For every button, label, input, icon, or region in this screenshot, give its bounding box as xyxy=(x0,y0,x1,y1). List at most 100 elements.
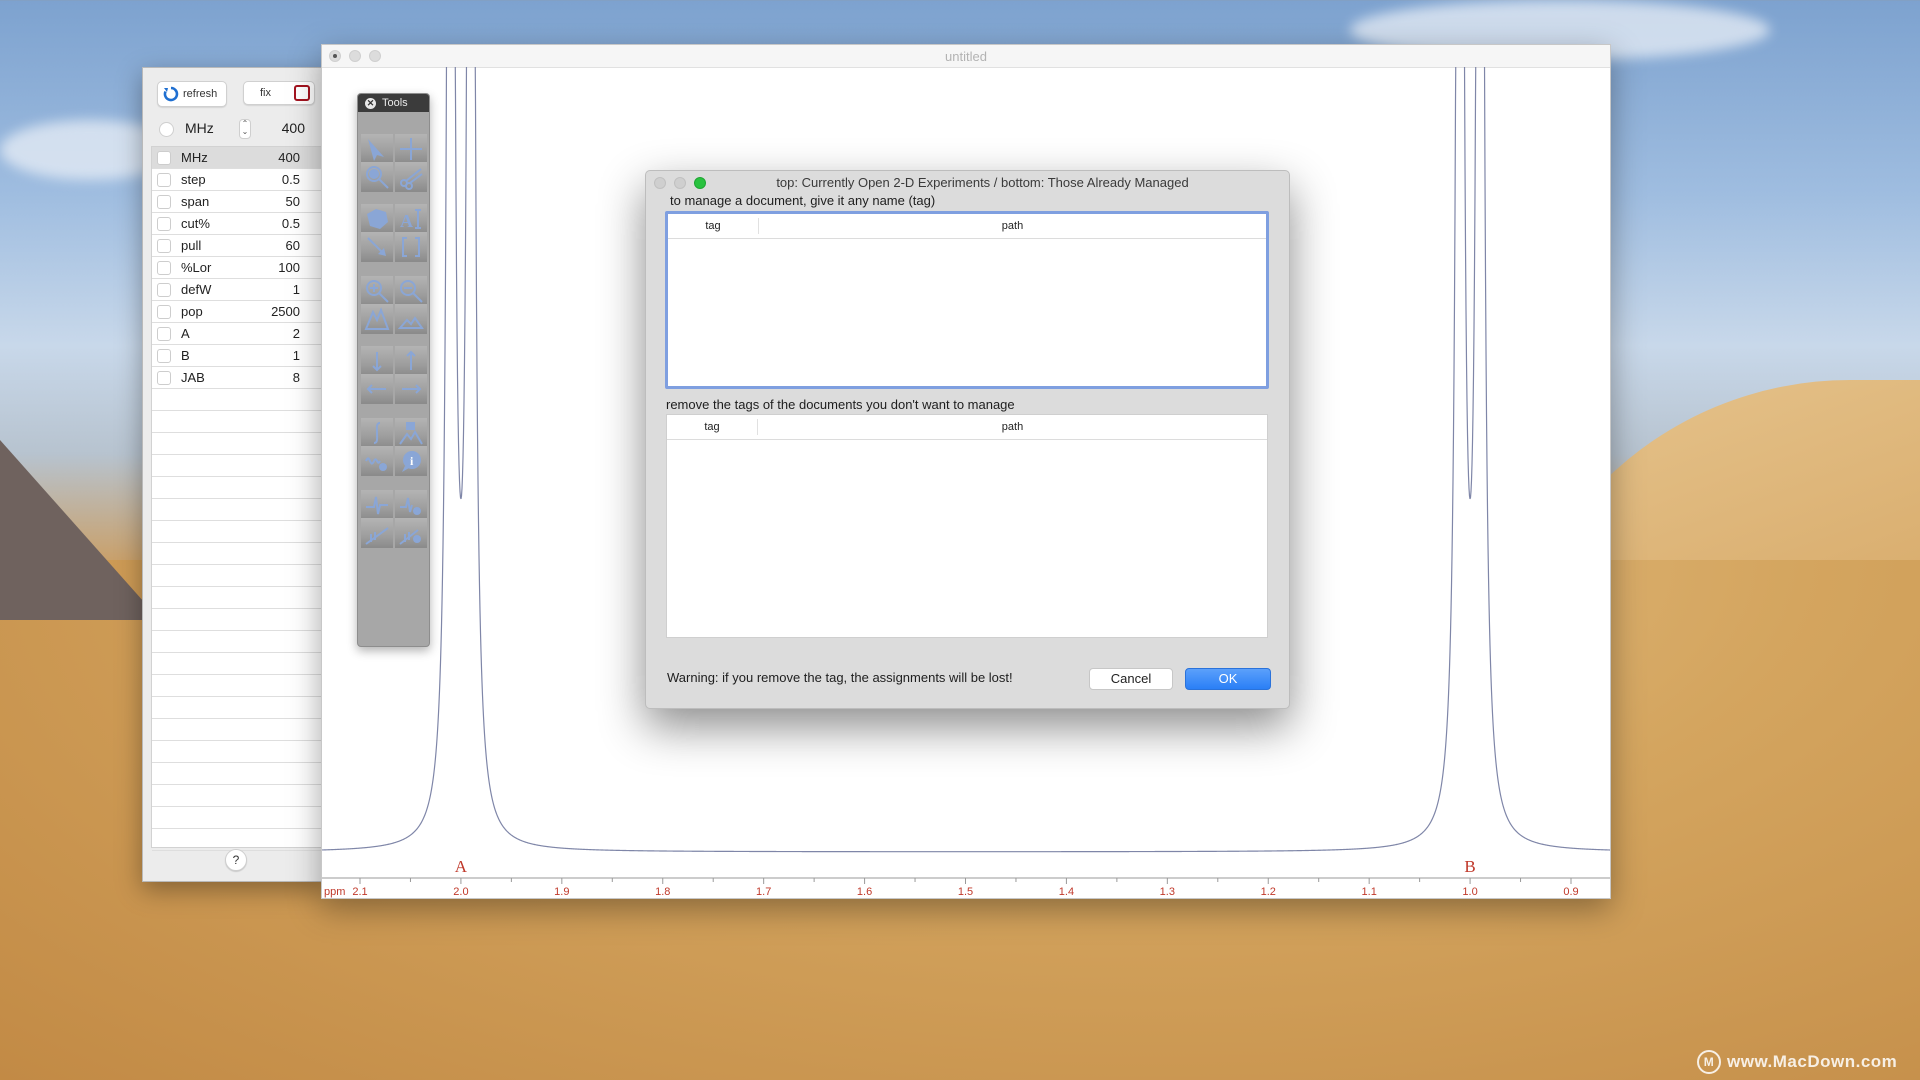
window-titlebar: untitled xyxy=(322,45,1610,68)
column-header-path[interactable]: path xyxy=(758,421,1267,433)
parameter-checkbox[interactable] xyxy=(157,349,171,363)
parameter-checkbox[interactable] xyxy=(157,217,171,231)
parameter-name: A xyxy=(181,326,190,341)
empty-row xyxy=(152,411,322,433)
empty-row xyxy=(152,455,322,477)
parameter-value[interactable]: 8 xyxy=(293,370,300,385)
close-palette-icon[interactable]: ✕ xyxy=(365,97,376,109)
managed-experiments-table[interactable]: tag path xyxy=(666,414,1268,638)
brackets-icon xyxy=(402,237,420,257)
peaks-tall-icon xyxy=(364,307,390,330)
column-header-tag[interactable]: tag xyxy=(667,421,757,433)
open-experiments-table[interactable]: tag path xyxy=(665,211,1269,389)
fix-label: fix xyxy=(260,87,271,99)
empty-row xyxy=(152,389,322,411)
tool-arrow-down-button[interactable] xyxy=(361,346,393,376)
tool-baseline-button[interactable] xyxy=(361,518,393,548)
tool-integral-button[interactable] xyxy=(361,418,393,448)
parameter-value[interactable]: 60 xyxy=(286,238,300,253)
baseline-settings-icon xyxy=(399,529,421,545)
tool-info-bubble-button[interactable]: i xyxy=(395,446,427,476)
select-arrow-icon xyxy=(368,139,384,161)
parameter-checkbox[interactable] xyxy=(157,239,171,253)
parameter-checkbox[interactable] xyxy=(157,173,171,187)
parameter-checkbox[interactable] xyxy=(157,261,171,275)
parameter-value[interactable]: 2500 xyxy=(271,304,300,319)
tool-arrow-up-button[interactable] xyxy=(395,346,427,376)
zoom-out-icon xyxy=(400,280,423,303)
parameter-checkbox[interactable] xyxy=(157,195,171,209)
x-tick-label: 1.2 xyxy=(1261,886,1276,898)
refresh-button[interactable]: refresh xyxy=(157,81,227,107)
tool-fid-settings-button[interactable] xyxy=(361,446,393,476)
svg-text:A: A xyxy=(400,211,413,231)
parameter-checkbox[interactable] xyxy=(157,151,171,165)
tool-scissors-button[interactable] xyxy=(395,162,427,192)
tool-magnifier-button[interactable] xyxy=(361,162,393,192)
tool-peak-pick-button[interactable] xyxy=(395,418,427,448)
tool-peaks-short-button[interactable] xyxy=(395,304,427,334)
tool-arrow-right-button[interactable] xyxy=(395,374,427,404)
parameter-value[interactable]: 0.5 xyxy=(282,172,300,187)
peak-label-B[interactable]: B xyxy=(1464,857,1475,876)
parameter-value[interactable]: 50 xyxy=(286,194,300,209)
parameter-checkbox[interactable] xyxy=(157,371,171,385)
tool-brackets-button[interactable] xyxy=(395,232,427,262)
parameter-row[interactable]: defW 1 xyxy=(152,279,322,301)
empty-row xyxy=(152,807,322,829)
integral-icon xyxy=(373,422,381,444)
parameter-value[interactable]: 0.5 xyxy=(282,216,300,231)
ok-button[interactable]: OK xyxy=(1185,668,1271,690)
tool-text-tool-button[interactable]: A xyxy=(395,204,427,234)
tool-phase-settings-button[interactable] xyxy=(395,490,427,520)
parameter-checkbox[interactable] xyxy=(157,283,171,297)
parameter-row[interactable]: pull 60 xyxy=(152,235,322,257)
arrow-right-icon xyxy=(402,384,422,394)
parameter-row[interactable]: A2 xyxy=(152,323,322,345)
info-bubble-icon: i xyxy=(402,451,421,472)
x-tick-label: 1.6 xyxy=(857,886,872,898)
parameter-value[interactable]: 100 xyxy=(278,260,300,275)
x-tick-label: 1.5 xyxy=(958,886,973,898)
tool-zoom-out-button[interactable] xyxy=(395,276,427,306)
x-tick-label: 2.1 xyxy=(352,886,367,898)
tool-annotation-arrow-button[interactable] xyxy=(361,232,393,262)
tool-select-arrow-button[interactable] xyxy=(361,134,393,164)
tool-arrow-left-button[interactable] xyxy=(361,374,393,404)
cancel-button[interactable]: Cancel xyxy=(1089,668,1173,690)
dialog-title: top: Currently Open 2-D Experiments / bo… xyxy=(776,175,1189,190)
tool-crosshair-button[interactable] xyxy=(395,134,427,164)
parameter-value[interactable]: 400 xyxy=(278,150,300,165)
mhz-radio[interactable] xyxy=(159,122,174,137)
magnifier-icon xyxy=(366,166,389,189)
parameter-checkbox[interactable] xyxy=(157,327,171,341)
watermark: M www.MacDown.com xyxy=(1697,1050,1897,1074)
parameter-row[interactable]: JAB 8 xyxy=(152,367,322,389)
parameter-row[interactable]: %Lor 100 xyxy=(152,257,322,279)
column-header-path[interactable]: path xyxy=(759,220,1266,232)
peak-label-A[interactable]: A xyxy=(455,857,468,876)
tool-molecule-button[interactable] xyxy=(361,204,393,234)
parameter-value[interactable]: 2 xyxy=(293,326,300,341)
parameter-row[interactable]: B1 xyxy=(152,345,322,367)
help-button[interactable]: ? xyxy=(225,849,247,871)
tool-zoom-in-button[interactable] xyxy=(361,276,393,306)
parameter-name: span xyxy=(181,194,210,209)
column-header-tag[interactable]: tag xyxy=(668,220,758,232)
watermark-text: www.MacDown.com xyxy=(1727,1052,1898,1071)
parameters-table[interactable]: MHz 400 step 0.5 span 50 cut% 0.5 pull 60 %Lor 100 d… xyxy=(151,146,323,851)
fix-button[interactable]: fix xyxy=(243,81,315,105)
parameter-row[interactable]: step 0.5 xyxy=(152,169,322,191)
parameter-row[interactable]: MHz 400 xyxy=(152,147,322,169)
tool-phase-button[interactable] xyxy=(361,490,393,520)
parameter-row[interactable]: pop 2500 xyxy=(152,301,322,323)
tool-baseline-settings-button[interactable] xyxy=(395,518,427,548)
tool-peaks-tall-button[interactable] xyxy=(361,304,393,334)
x-tick-label: 1.0 xyxy=(1462,886,1477,898)
parameter-value[interactable]: 1 xyxy=(293,282,300,297)
mhz-stepper[interactable]: ⌃ ⌄ xyxy=(239,119,251,139)
parameter-value[interactable]: 1 xyxy=(293,348,300,363)
parameter-checkbox[interactable] xyxy=(157,305,171,319)
parameter-row[interactable]: span 50 xyxy=(152,191,322,213)
parameter-row[interactable]: cut% 0.5 xyxy=(152,213,322,235)
